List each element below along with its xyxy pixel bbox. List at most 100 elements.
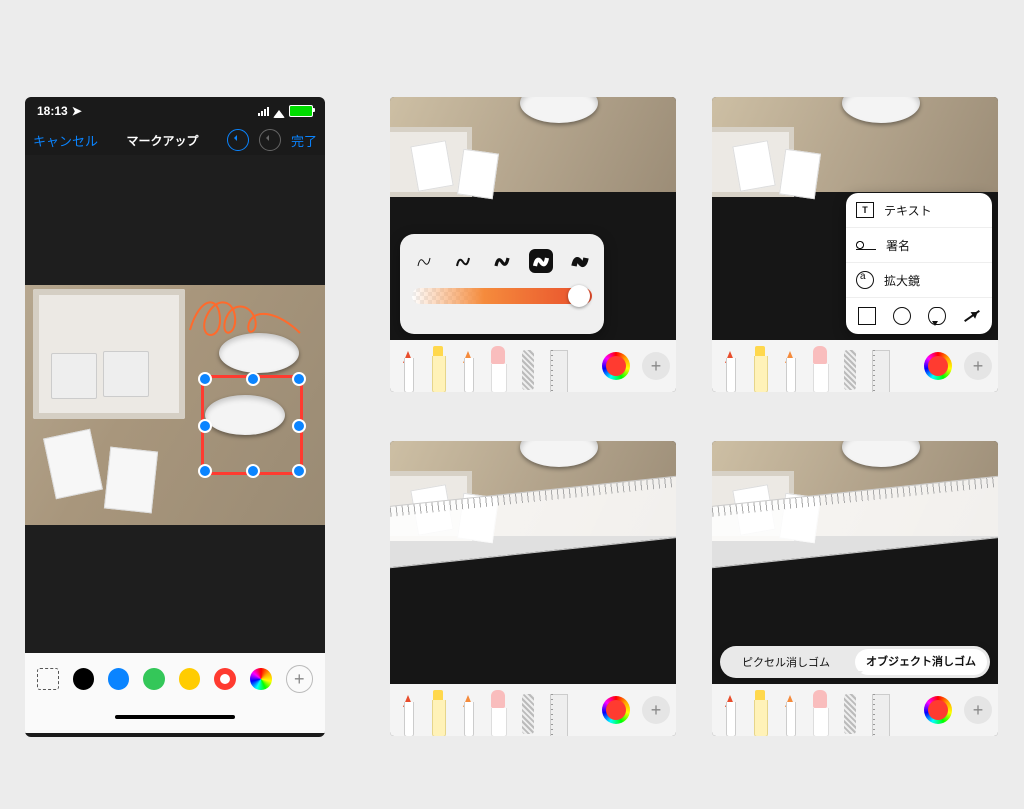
photo-strip <box>712 441 998 536</box>
location-icon: ➤ <box>72 104 82 118</box>
slider-knob[interactable] <box>568 285 590 307</box>
markup-app-full: 18:13 ➤ キャンセル マークアップ 完了 <box>25 97 325 737</box>
pen-tool[interactable]: 80 <box>718 346 742 392</box>
resize-handle[interactable] <box>198 419 212 433</box>
photo-strip <box>390 441 676 536</box>
ruler-tool[interactable] <box>868 346 892 392</box>
color-picker[interactable] <box>924 696 952 724</box>
tool-row: 80 75 × + <box>712 684 998 736</box>
ruler-tool[interactable] <box>546 346 570 392</box>
shape-speech-bubble-button[interactable] <box>928 307 946 325</box>
lasso-tool[interactable] <box>516 346 540 392</box>
color-picker-button[interactable] <box>250 668 271 690</box>
menu-shapes-row <box>846 298 992 334</box>
stroke-weight-5[interactable] <box>568 249 592 273</box>
menu-label: テキスト <box>884 202 932 219</box>
add-shape-button[interactable]: + <box>286 665 313 693</box>
ruler-tool[interactable] <box>868 690 892 736</box>
color-swatch-black[interactable] <box>73 668 94 690</box>
letterbox-top <box>25 155 325 285</box>
color-picker[interactable] <box>602 696 630 724</box>
add-button[interactable]: + <box>964 352 992 380</box>
done-button[interactable]: 完了 <box>291 131 317 150</box>
stroke-weight-row <box>412 244 592 278</box>
ruler-tool-selected[interactable] <box>546 690 570 736</box>
undo-button[interactable] <box>227 129 249 151</box>
stroke-weight-2[interactable] <box>451 249 475 273</box>
letterbox-bottom <box>25 525 325 653</box>
marker-tool[interactable]: 75 <box>748 690 772 736</box>
eraser-mode-segmented: ピクセル消しゴム オブジェクト消しゴム <box>720 646 990 678</box>
shape-style-button[interactable] <box>37 668 59 690</box>
opacity-slider[interactable] <box>412 288 592 304</box>
eraser-mode-pixel[interactable]: ピクセル消しゴム <box>720 654 852 670</box>
markup-eraser-mode-screenshot: ピクセル消しゴム オブジェクト消しゴム 80 75 × + <box>712 441 998 736</box>
menu-item-magnifier[interactable]: 拡大鏡 <box>846 263 992 298</box>
eraser-tool-selected[interactable]: × <box>808 690 832 736</box>
resize-handle[interactable] <box>198 464 212 478</box>
color-swatch-yellow[interactable] <box>179 668 200 690</box>
color-picker[interactable] <box>602 352 630 380</box>
stroke-settings-popover <box>400 234 604 334</box>
pencil-tool[interactable] <box>778 690 802 736</box>
marker-tool[interactable]: 75 <box>426 346 450 392</box>
selected-rectangle-shape[interactable] <box>201 375 303 475</box>
resize-handle[interactable] <box>246 464 260 478</box>
resize-handle[interactable] <box>292 419 306 433</box>
eraser-mode-object-selected[interactable]: オブジェクト消しゴム <box>855 649 987 675</box>
pencil-tool[interactable] <box>778 346 802 392</box>
eraser-tool[interactable]: × <box>486 690 510 736</box>
cell-signal-icon <box>258 106 269 116</box>
nav-bar: キャンセル マークアップ 完了 <box>25 125 325 155</box>
pencil-tool[interactable] <box>456 346 480 392</box>
lasso-tool[interactable] <box>838 346 862 392</box>
shape-square-button[interactable] <box>858 307 876 325</box>
wifi-icon <box>273 104 285 118</box>
photo-canvas[interactable] <box>25 285 325 525</box>
shape-arrow-button[interactable] <box>964 310 980 322</box>
resize-handle[interactable] <box>246 372 260 386</box>
marker-tool[interactable]: 75 <box>748 346 772 392</box>
stroke-weight-4-selected[interactable] <box>529 249 553 273</box>
eraser-tool[interactable]: × <box>808 346 832 392</box>
menu-item-text[interactable]: T テキスト <box>846 193 992 228</box>
add-button[interactable]: + <box>642 352 670 380</box>
pen-tool-selected[interactable]: 80 <box>396 346 420 392</box>
redo-button <box>259 129 281 151</box>
add-menu-popover: T テキスト 署名 拡大鏡 <box>846 193 992 334</box>
color-swatch-red-selected[interactable] <box>214 668 236 690</box>
tool-row: 80 75 × + <box>390 684 676 736</box>
battery-icon <box>289 105 313 117</box>
color-swatch-green[interactable] <box>143 668 164 690</box>
markup-stroke-popover-screenshot: 80 75 × + <box>390 97 676 392</box>
stroke-weight-3[interactable] <box>490 249 514 273</box>
resize-handle[interactable] <box>198 372 212 386</box>
eraser-tool[interactable]: × <box>486 346 510 392</box>
menu-item-signature[interactable]: 署名 <box>846 228 992 263</box>
photo-strip <box>712 97 998 192</box>
marker-tool[interactable]: 75 <box>426 690 450 736</box>
pen-tool[interactable]: 80 <box>396 690 420 736</box>
shape-circle-button[interactable] <box>893 307 911 325</box>
color-swatch-blue[interactable] <box>108 668 129 690</box>
lasso-tool[interactable] <box>516 690 540 736</box>
home-indicator <box>25 705 325 733</box>
pencil-tool[interactable] <box>456 690 480 736</box>
resize-handle[interactable] <box>292 372 306 386</box>
pen-tool[interactable]: 80 <box>718 690 742 736</box>
color-picker[interactable] <box>924 352 952 380</box>
status-time: 18:13 <box>37 104 68 118</box>
markup-add-menu-screenshot: T テキスト 署名 拡大鏡 80 75 × + <box>712 97 998 392</box>
add-button[interactable]: + <box>964 696 992 724</box>
text-icon: T <box>856 202 874 218</box>
add-button[interactable]: + <box>642 696 670 724</box>
cancel-button[interactable]: キャンセル <box>33 131 98 150</box>
stroke-weight-1[interactable] <box>412 249 436 273</box>
nav-title: マークアップ <box>98 132 227 149</box>
markup-ruler-screenshot: 80 75 × + <box>390 441 676 736</box>
resize-handle[interactable] <box>292 464 306 478</box>
menu-label: 署名 <box>886 237 910 254</box>
lasso-tool[interactable] <box>838 690 862 736</box>
menu-label: 拡大鏡 <box>884 272 920 289</box>
tool-row: 80 75 × + <box>712 340 998 392</box>
